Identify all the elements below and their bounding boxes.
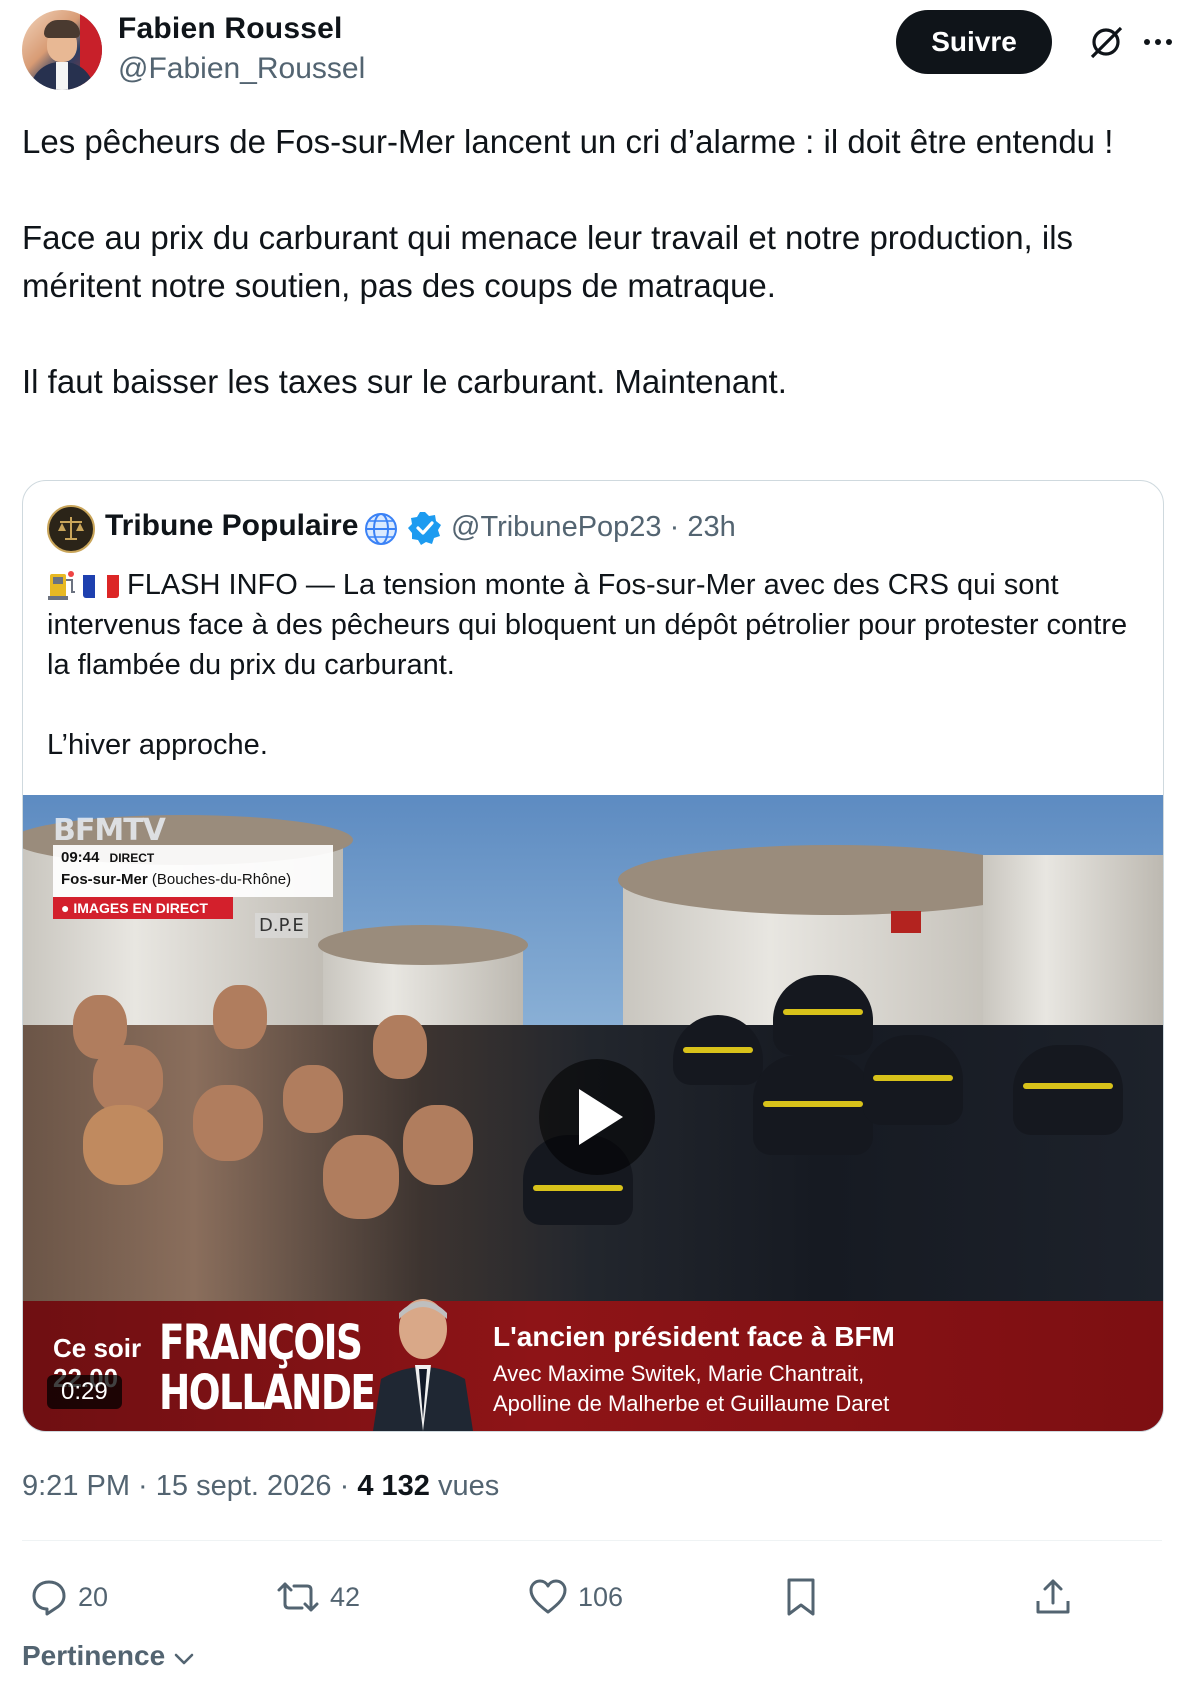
fuel-pump-icon [47, 568, 77, 600]
more-options-icon[interactable] [1140, 24, 1176, 60]
tweet-paragraph: Les pêcheurs de Fos-sur-Mer lancent un c… [22, 123, 1114, 160]
bookmark-icon [787, 1578, 815, 1616]
banner-ce-soir: Ce soir [53, 1333, 142, 1363]
banner-title: L'ancien président face à BFM [493, 1321, 895, 1352]
share-icon [1036, 1579, 1070, 1614]
verified-badge-icon [408, 511, 442, 550]
grok-icon[interactable] [1088, 24, 1124, 60]
globe-icon [363, 511, 399, 552]
reply-count: 20 [78, 1581, 109, 1612]
banner-subtitle-2: Apolline de Malherbe et Guillaume Daret [493, 1391, 890, 1416]
quoted-author-name[interactable]: Tribune Populaire [105, 509, 358, 543]
heart-icon [529, 1579, 567, 1614]
quoted-text-main: FLASH INFO — La tension monte à Fos-sur-… [47, 569, 1128, 681]
repost-icon [277, 1582, 319, 1612]
bookmark-button[interactable] [784, 1565, 828, 1629]
author-handle[interactable]: @Fabien_Roussel [118, 52, 365, 86]
like-count: 106 [578, 1581, 624, 1612]
video-location: Fos-sur-Mer [61, 871, 148, 888]
play-icon [579, 1089, 623, 1145]
banner-subtitle-1: Avec Maxime Switek, Marie Chantrait, [493, 1361, 865, 1386]
video-time: 09:44 [61, 849, 100, 866]
quoted-tweet-text: FLASH INFO — La tension monte à Fos-sur-… [47, 565, 1142, 765]
reply-button[interactable]: 20 [30, 1565, 108, 1629]
repost-button[interactable]: 42 [276, 1565, 360, 1629]
tweet-header: Fabien Roussel @Fabien_Roussel Suivre [22, 10, 1172, 90]
tv-lower-banner: Ce soir 22.00 FRANÇOIS HOLLANDE L'ancien… [23, 1299, 1163, 1431]
tweet-paragraph: Face au prix du carburant qui menace leu… [22, 219, 1074, 304]
reply-icon [32, 1580, 66, 1616]
sort-label: Pertinence [22, 1640, 166, 1671]
share-button[interactable] [1034, 1565, 1082, 1629]
video-duration: 0:29 [47, 1375, 122, 1409]
divider [22, 1540, 1162, 1541]
views-count: 4 132 [357, 1470, 430, 1502]
sort-dropdown[interactable]: Pertinence [22, 1640, 195, 1672]
banner-name-first: FRANÇOIS [159, 1315, 363, 1371]
views-label: vues [429, 1470, 500, 1502]
video-info-box: 09:44 DIRECT Fos-sur-Mer (Bouches-du-Rhô… [53, 845, 333, 897]
tweet-paragraph: Il faut baisser les taxes sur le carbura… [22, 363, 787, 400]
bfmtv-logo: BFMTV [53, 813, 166, 848]
france-flag-icon [83, 572, 119, 598]
scales-icon [58, 517, 84, 540]
play-button[interactable] [539, 1059, 655, 1175]
author-avatar[interactable] [22, 10, 102, 90]
banner-person-image [363, 1289, 483, 1431]
author-name[interactable]: Fabien Roussel [118, 12, 343, 46]
chevron-down-icon [174, 1653, 194, 1665]
video-player[interactable]: BFMTV 09:44 DIRECT Fos-sur-Mer (Bouches-… [23, 795, 1163, 1431]
video-region: (Bouches-du-Rhône) [151, 871, 292, 888]
quoted-tweet[interactable]: Tribune Populaire @TribunePop23 · 23h FL… [22, 480, 1164, 1432]
video-live-tag: DIRECT [109, 851, 155, 865]
dpe-sign: D.P.E [255, 913, 308, 938]
tweet-timestamp[interactable]: 9:21 PM · 15 sept. 2026 · [22, 1470, 357, 1502]
repost-count: 42 [330, 1581, 361, 1612]
action-bar: 20 42 106 [22, 1565, 1162, 1629]
quoted-author-avatar[interactable] [47, 505, 95, 553]
follow-button[interactable]: Suivre [896, 10, 1052, 74]
images-direct-badge: ● IMAGES EN DIRECT [53, 897, 233, 919]
like-button[interactable]: 106 [528, 1565, 623, 1629]
tweet-meta: 9:21 PM · 15 sept. 2026 · 4 132 vues [22, 1470, 499, 1503]
quoted-text-second: L’hiver approche. [47, 729, 268, 761]
tweet-text: Les pêcheurs de Fos-sur-Mer lancent un c… [22, 118, 1162, 406]
quoted-author-handle-time[interactable]: @TribunePop23 · 23h [451, 511, 736, 544]
banner-name-last: HOLLANDE [159, 1365, 376, 1421]
